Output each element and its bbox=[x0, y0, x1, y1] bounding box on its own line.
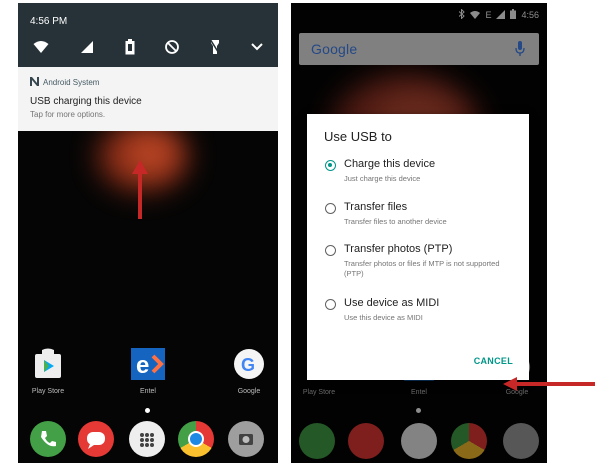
svg-text:e: e bbox=[136, 352, 149, 379]
radio-button[interactable] bbox=[325, 299, 336, 310]
app-play-store[interactable]: Play Store bbox=[20, 348, 76, 395]
play-store-icon bbox=[35, 348, 61, 378]
notification-subtitle: Tap for more options. bbox=[30, 110, 106, 119]
entel-icon: e bbox=[131, 348, 165, 380]
radio-button-selected[interactable] bbox=[325, 160, 336, 171]
left-phone-screen: 4:56 PM Android System USB charging this… bbox=[18, 3, 278, 463]
option-description: Transfer photos or files if MTP is not s… bbox=[344, 259, 500, 278]
camera-icon[interactable] bbox=[228, 421, 264, 457]
use-usb-dialog: Use USB to Charge this device Just charg… bbox=[307, 114, 529, 380]
app-label: Entel bbox=[140, 388, 156, 395]
app-google[interactable]: G Google bbox=[221, 348, 277, 395]
clock: 4:56 PM bbox=[30, 16, 68, 27]
option-description: Transfer files to another device bbox=[344, 217, 447, 226]
notification-app-name: Android System bbox=[43, 78, 100, 87]
app-entel[interactable]: e Entel bbox=[120, 348, 176, 395]
app-label: Play Store bbox=[31, 388, 65, 395]
messages-icon[interactable] bbox=[78, 421, 114, 457]
option-label: Transfer files bbox=[344, 201, 408, 213]
chrome-icon[interactable] bbox=[178, 421, 214, 457]
option-description: Just charge this device bbox=[344, 174, 421, 183]
flashlight-icon[interactable] bbox=[209, 39, 220, 55]
app-drawer-icon[interactable] bbox=[129, 421, 165, 457]
cancel-button[interactable]: CANCEL bbox=[474, 356, 513, 366]
dnd-off-icon[interactable] bbox=[165, 40, 180, 54]
android-system-icon bbox=[30, 77, 39, 88]
dialog-title: Use USB to bbox=[324, 129, 392, 144]
phone-icon[interactable] bbox=[30, 421, 66, 457]
option-label: Charge this device bbox=[344, 158, 436, 170]
radio-button[interactable] bbox=[325, 245, 336, 256]
battery-icon[interactable] bbox=[125, 39, 135, 55]
red-arrow-up-annotation bbox=[132, 160, 148, 219]
app-label: Google bbox=[237, 388, 261, 395]
svg-text:G: G bbox=[241, 355, 255, 375]
signal-icon[interactable] bbox=[80, 40, 94, 54]
usb-notification[interactable]: Android System USB charging this device … bbox=[18, 67, 278, 131]
radio-button[interactable] bbox=[325, 203, 336, 214]
wifi-icon[interactable] bbox=[33, 40, 49, 54]
google-icon: G bbox=[234, 349, 264, 379]
red-arrow-left-annotation bbox=[503, 377, 595, 391]
notification-title: USB charging this device bbox=[30, 96, 142, 107]
option-label: Transfer photos (PTP) bbox=[344, 243, 453, 255]
page-indicator-dot bbox=[145, 408, 150, 413]
option-description: Use this device as MIDI bbox=[344, 313, 423, 322]
option-label: Use device as MIDI bbox=[344, 297, 440, 309]
chevron-down-icon[interactable] bbox=[250, 43, 263, 51]
quick-settings-panel: 4:56 PM bbox=[18, 3, 278, 67]
notification-app-row: Android System bbox=[30, 77, 99, 88]
right-phone-screen: E 4:56 Google Play Store Entel Google Us… bbox=[291, 3, 547, 463]
